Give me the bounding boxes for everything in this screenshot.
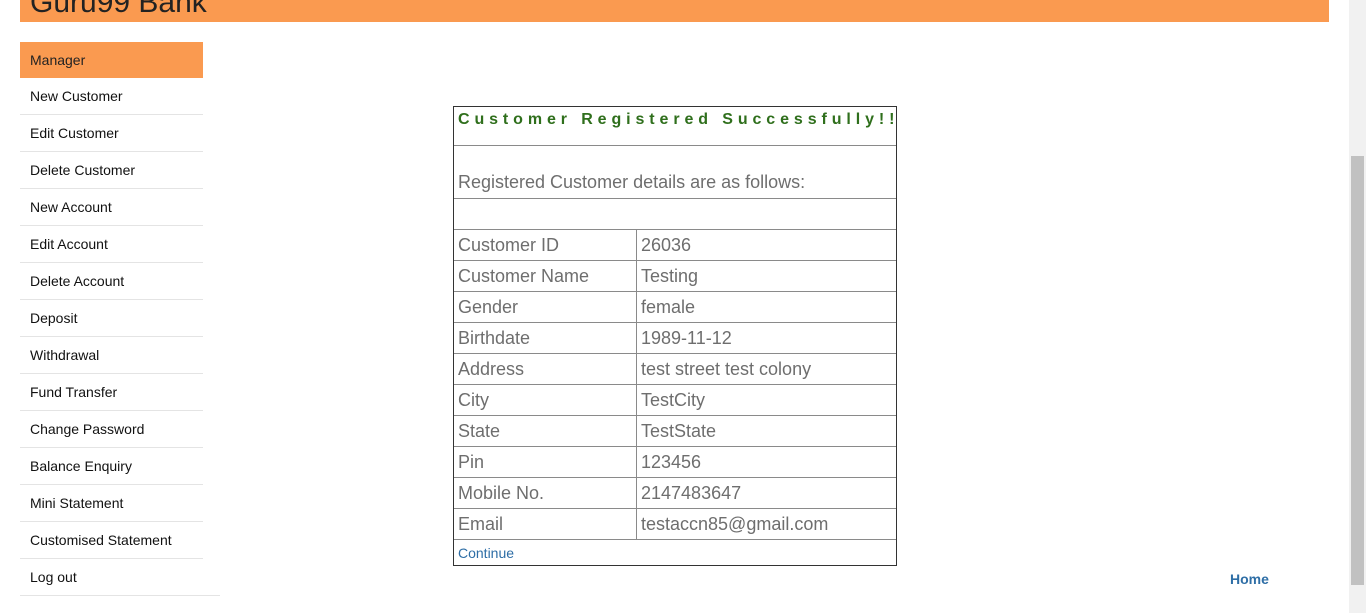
birthdate-value: 1989-11-12 [641,327,732,348]
vertical-scrollbar[interactable] [1349,0,1366,613]
success-heading: Customer Registered Successfully!!! [454,107,896,146]
customer-id-label: Customer ID [454,230,637,260]
customer-name-value: Testing [641,265,699,286]
menu-item-mini-statement[interactable]: Mini Statement [20,485,203,522]
table-row: Gender female [454,292,896,323]
menu-item-edit-customer[interactable]: Edit Customer [20,115,203,152]
table-row: State TestState [454,416,896,447]
address-label: Address [454,354,637,384]
menu-header-manager[interactable]: Manager [20,42,203,78]
menu-item-delete-account[interactable]: Delete Account [20,263,203,300]
spacer-row [454,199,896,230]
table-row: Mobile No. 2147483647 [454,478,896,509]
mobile-label: Mobile No. [454,478,637,508]
menu-item-new-account[interactable]: New Account [20,189,203,226]
table-row: City TestCity [454,385,896,416]
menu-item-deposit[interactable]: Deposit [20,300,203,337]
table-row: Customer Name Testing [454,261,896,292]
continue-row: Continue [454,540,896,565]
table-row: Pin 123456 [454,447,896,478]
menu-list: Manager New Customer Edit Customer Delet… [20,42,220,596]
table-row: Address test street test colony [454,354,896,385]
email-value: testaccn85@gmail.com [641,513,829,534]
details-subheading: Registered Customer details are as follo… [454,146,896,199]
gender-label: Gender [454,292,637,322]
birthdate-label: Birthdate [454,323,637,353]
menu-item-customised-statement[interactable]: Customised Statement [20,522,203,559]
page: Guru99 Bank Manager New Customer Edit Cu… [0,0,1366,613]
city-value: TestCity [641,389,706,410]
pin-value: 123456 [641,451,702,472]
home-link[interactable]: Home [1230,571,1269,587]
table-row: Birthdate 1989-11-12 [454,323,896,354]
table-row: Customer ID 26036 [454,230,896,261]
pin-label: Pin [454,447,637,477]
customer-id-value: 26036 [641,234,692,255]
address-value: test street test colony [641,358,812,379]
banner-title: Guru99 Bank [30,0,207,19]
table-row: Email testaccn85@gmail.com [454,509,896,540]
menu-item-new-customer[interactable]: New Customer [20,78,203,115]
menu-item-change-password[interactable]: Change Password [20,411,203,448]
menu-item-log-out[interactable]: Log out [20,559,220,596]
mobile-value: 2147483647 [641,482,742,503]
continue-link[interactable]: Continue [458,545,514,561]
customer-name-label: Customer Name [454,261,637,291]
city-label: City [454,385,637,415]
menu-item-edit-account[interactable]: Edit Account [20,226,203,263]
menu-item-fund-transfer[interactable]: Fund Transfer [20,374,203,411]
state-label: State [454,416,637,446]
scrollbar-thumb[interactable] [1351,156,1364,585]
registration-result-panel: Customer Registered Successfully!!! Regi… [453,106,897,566]
top-banner: Guru99 Bank [20,0,1329,22]
gender-value: female [641,296,696,317]
menu-item-balance-enquiry[interactable]: Balance Enquiry [20,448,203,485]
sidebar-menu: Manager New Customer Edit Customer Delet… [20,42,220,596]
state-value: TestState [641,420,717,441]
menu-item-withdrawal[interactable]: Withdrawal [20,337,203,374]
email-label: Email [454,509,637,539]
menu-item-delete-customer[interactable]: Delete Customer [20,152,203,189]
